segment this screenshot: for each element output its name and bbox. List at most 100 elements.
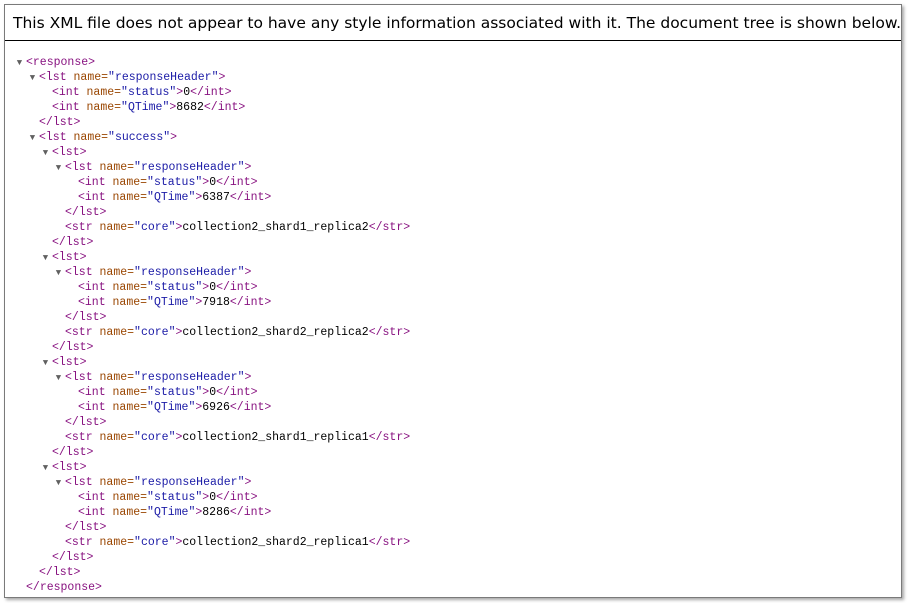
tag-space [106, 491, 113, 504]
style-info-notice: This XML file does not appear to have an… [5, 5, 901, 41]
attribute-name: name [112, 506, 141, 519]
tag-space [106, 176, 113, 189]
tag-bracket: < [65, 371, 72, 384]
attribute-name: name [99, 536, 128, 549]
attribute-equals: = [127, 371, 135, 384]
attribute-name: name [99, 371, 128, 384]
attribute-equals: = [114, 86, 122, 99]
tag-bracket: < [65, 161, 72, 174]
tag-bracket: </ [368, 536, 383, 549]
triangle-down-icon[interactable]: ▼ [39, 251, 52, 266]
tag-name: int [243, 401, 265, 414]
tag-name: str [71, 431, 93, 444]
tag-name: str [382, 221, 404, 234]
element-text: collection2_shard2_replica1 [182, 536, 369, 549]
attribute-quote: " [147, 191, 154, 204]
tag-name: str [382, 536, 404, 549]
tag-bracket: < [65, 221, 72, 234]
tag-name: lst [78, 311, 100, 324]
tag-name: int [58, 86, 80, 99]
tag-name: lst [78, 521, 100, 534]
attribute-value: responseHeader [114, 71, 212, 84]
tag-name: lst [71, 161, 93, 174]
attribute-value: QTime [153, 506, 189, 519]
tag-name: str [382, 326, 404, 339]
tag-bracket: > [99, 311, 107, 324]
attribute-equals: = [127, 431, 135, 444]
attribute-value: core [140, 431, 169, 444]
tag-bracket: > [238, 101, 246, 114]
tag-name: lst [58, 251, 80, 264]
tag-space [106, 506, 113, 519]
tag-space [106, 386, 113, 399]
attribute-equals: = [140, 296, 148, 309]
attribute-name: name [112, 386, 141, 399]
xml-line: </lst> [5, 115, 901, 130]
element-text: 7918 [202, 296, 230, 309]
tag-space [67, 131, 74, 144]
xml-line: </lst> [5, 310, 901, 325]
tag-space [93, 536, 100, 549]
tag-bracket: </ [368, 326, 383, 339]
attribute-equals: = [127, 476, 135, 489]
triangle-down-icon[interactable]: ▼ [26, 131, 39, 146]
xml-document-tree: ▼ <response> ▼ <lst name="responseHeader"> <… [5, 41, 901, 595]
xml-line: </lst> [5, 415, 901, 430]
tag-bracket: > [403, 326, 411, 339]
tag-bracket: > [86, 446, 94, 459]
xml-line: <int name="QTime">6926</int> [5, 400, 901, 415]
tag-name: int [229, 176, 251, 189]
xml-line: <int name="QTime">7918</int> [5, 295, 901, 310]
tag-name: response [39, 581, 96, 594]
triangle-down-icon[interactable]: ▼ [39, 146, 52, 161]
tag-name: str [71, 326, 93, 339]
attribute-name: name [99, 221, 128, 234]
attribute-quote: " [108, 131, 115, 144]
tag-bracket: </ [229, 506, 244, 519]
attribute-quote: " [134, 266, 141, 279]
triangle-down-icon[interactable]: ▼ [52, 266, 65, 281]
attribute-quote: " [147, 401, 154, 414]
xml-line: <str name="core">collection2_shard1_repl… [5, 220, 901, 235]
xml-line: </lst> [5, 205, 901, 220]
tag-bracket: < [65, 431, 72, 444]
tag-bracket: </ [203, 101, 218, 114]
tag-name: lst [52, 566, 74, 579]
attribute-value: status [153, 491, 196, 504]
tag-bracket: > [244, 476, 252, 489]
attribute-value: QTime [153, 191, 189, 204]
tag-bracket: > [86, 551, 94, 564]
triangle-down-icon[interactable]: ▼ [52, 161, 65, 176]
xml-line: ▼ <lst name="responseHeader"> [5, 265, 901, 280]
tag-name: int [243, 506, 265, 519]
xml-line: </lst> [5, 520, 901, 535]
triangle-down-icon[interactable]: ▼ [13, 56, 26, 71]
xml-line: <int name="status">0</int> [5, 280, 901, 295]
xml-line: </lst> [5, 550, 901, 565]
xml-line: ▼ <lst> [5, 250, 901, 265]
tag-name: int [84, 296, 106, 309]
attribute-value: status [153, 386, 196, 399]
triangle-down-icon[interactable]: ▼ [39, 461, 52, 476]
tag-bracket: > [79, 251, 87, 264]
tag-space [93, 266, 100, 279]
tag-bracket: </ [52, 446, 66, 459]
tag-bracket: </ [39, 566, 53, 579]
triangle-down-icon[interactable]: ▼ [52, 371, 65, 386]
tag-bracket: </ [216, 176, 230, 189]
attribute-equals: = [140, 386, 148, 399]
xml-line: ▼ <lst name="responseHeader"> [5, 475, 901, 490]
tag-name: lst [58, 461, 80, 474]
attribute-value: responseHeader [140, 266, 238, 279]
xml-line: <str name="core">collection2_shard1_repl… [5, 430, 901, 445]
tag-space [106, 191, 113, 204]
attribute-value: status [153, 281, 196, 294]
tag-bracket: > [403, 221, 411, 234]
tag-bracket: < [78, 176, 85, 189]
triangle-down-icon[interactable]: ▼ [39, 356, 52, 371]
triangle-down-icon[interactable]: ▼ [26, 71, 39, 86]
tag-bracket: < [52, 146, 59, 159]
attribute-quote: " [108, 71, 115, 84]
tag-bracket: > [264, 191, 272, 204]
triangle-down-icon[interactable]: ▼ [52, 476, 65, 491]
